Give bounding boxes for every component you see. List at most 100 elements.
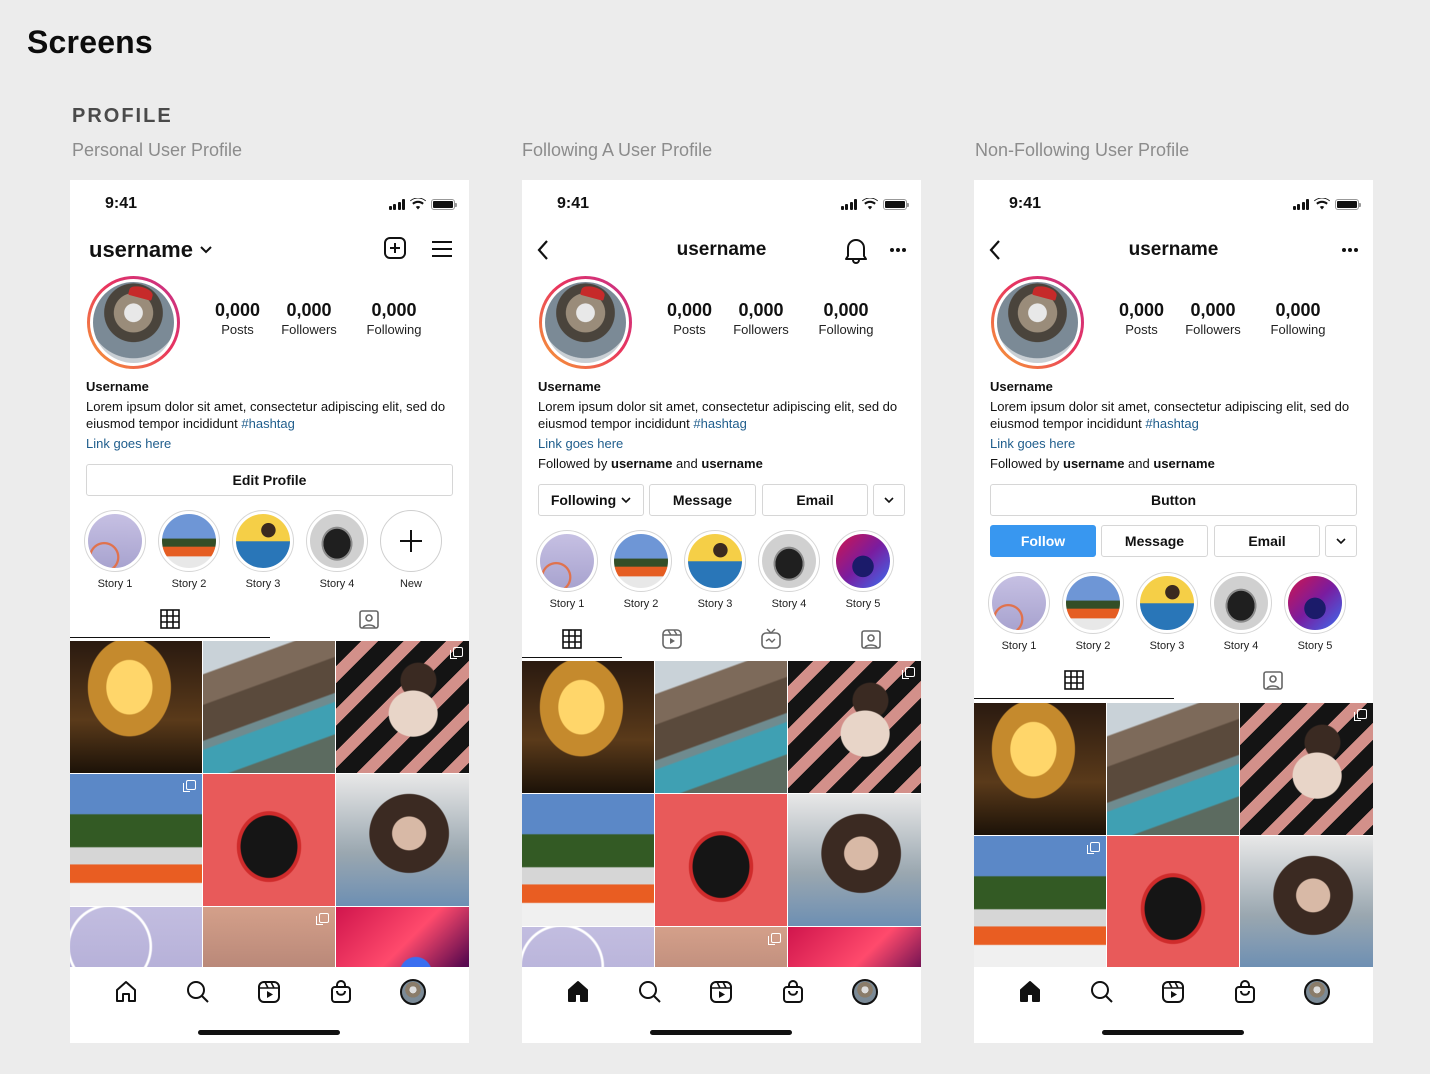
nav-search[interactable] [635, 977, 665, 1007]
story-highlight[interactable]: Story 5 [832, 530, 894, 610]
tab-reels[interactable] [622, 623, 722, 655]
post-thumbnail[interactable] [203, 907, 335, 967]
post-thumbnail[interactable] [788, 661, 921, 793]
post-thumbnail[interactable] [1240, 703, 1373, 835]
following-button[interactable]: Following [538, 484, 644, 516]
message-button[interactable]: Message [649, 484, 756, 516]
post-thumbnail[interactable] [1240, 836, 1373, 967]
generic-button[interactable]: Button [990, 484, 1357, 516]
notification-bell-icon[interactable] [843, 236, 869, 264]
post-thumbnail[interactable] [522, 794, 654, 926]
followed-by[interactable]: Followed by username and username [990, 455, 1360, 472]
bio-link[interactable]: Link goes here [990, 435, 1360, 452]
nav-profile[interactable] [1302, 977, 1332, 1007]
post-thumbnail[interactable] [336, 907, 469, 967]
nav-profile[interactable] [398, 977, 428, 1007]
stat-followers[interactable]: 0,000 Followers [721, 300, 801, 337]
stat-followers[interactable]: 0,000 Followers [269, 300, 349, 337]
post-thumbnail[interactable] [203, 641, 335, 773]
nav-shop[interactable] [1230, 977, 1260, 1007]
tab-tagged[interactable] [1174, 664, 1374, 696]
bio-link[interactable]: Link goes here [538, 435, 908, 452]
new-highlight-button[interactable]: New [380, 510, 442, 590]
post-thumbnail[interactable] [974, 703, 1106, 835]
stat-followers[interactable]: 0,000 Followers [1173, 300, 1253, 337]
story-highlight[interactable]: Story 5 [1284, 572, 1346, 652]
story-highlight[interactable]: Story 4 [306, 510, 368, 590]
story-highlight[interactable]: Story 3 [232, 510, 294, 590]
more-options-icon[interactable] [1341, 247, 1359, 253]
phone-non-following-profile: 9:41 username 0,000 Posts 0,000 Followers … [974, 180, 1373, 1043]
profile-avatar[interactable] [539, 276, 632, 369]
followed-by[interactable]: Followed by username and username [538, 455, 908, 472]
post-thumbnail[interactable] [70, 774, 202, 906]
post-thumbnail[interactable] [1107, 836, 1239, 967]
message-button[interactable]: Message [1101, 525, 1208, 557]
story-highlight[interactable]: Story 4 [1210, 572, 1272, 652]
profile-avatar[interactable] [87, 276, 180, 369]
nav-home[interactable] [111, 977, 141, 1007]
post-thumbnail[interactable] [655, 927, 787, 967]
post-thumbnail[interactable] [655, 794, 787, 926]
suggested-dropdown-button[interactable] [1325, 525, 1357, 557]
tab-grid[interactable] [974, 664, 1174, 699]
post-thumbnail[interactable] [522, 927, 654, 967]
nav-reels[interactable] [1158, 977, 1188, 1007]
nav-search[interactable] [1087, 977, 1117, 1007]
bio-hashtag[interactable]: #hashtag [693, 416, 747, 431]
stat-posts[interactable]: 0,000 Posts [658, 300, 721, 337]
suggested-dropdown-button[interactable] [873, 484, 905, 516]
profile-avatar[interactable] [991, 276, 1084, 369]
bio-hashtag[interactable]: #hashtag [241, 416, 295, 431]
story-highlight[interactable]: Story 1 [84, 510, 146, 590]
post-thumbnail[interactable] [974, 836, 1106, 967]
email-button[interactable]: Email [762, 484, 868, 516]
story-highlight[interactable]: Story 2 [1062, 572, 1124, 652]
bio-hashtag[interactable]: #hashtag [1145, 416, 1199, 431]
story-highlight[interactable]: Story 1 [536, 530, 598, 610]
edit-profile-button[interactable]: Edit Profile [86, 464, 453, 496]
post-thumbnail[interactable] [1107, 703, 1239, 835]
post-thumbnail[interactable] [70, 641, 202, 773]
nav-home[interactable] [563, 977, 593, 1007]
bio-link[interactable]: Link goes here [86, 435, 456, 452]
home-indicator [1102, 1030, 1244, 1035]
post-thumbnail[interactable] [336, 774, 469, 906]
follow-button[interactable]: Follow [990, 525, 1096, 557]
stat-following[interactable]: 0,000 Following [801, 300, 891, 337]
tab-grid[interactable] [70, 603, 270, 638]
more-options-icon[interactable] [889, 247, 907, 253]
story-highlight[interactable]: Story 4 [758, 530, 820, 610]
nav-search[interactable] [183, 977, 213, 1007]
nav-shop[interactable] [326, 977, 356, 1007]
story-highlight[interactable]: Story 2 [610, 530, 672, 610]
nav-reels[interactable] [254, 977, 284, 1007]
tab-tagged[interactable] [821, 623, 921, 655]
post-thumbnail[interactable] [70, 907, 202, 967]
story-highlight[interactable]: Story 3 [684, 530, 746, 610]
nav-profile[interactable] [850, 977, 880, 1007]
story-highlight[interactable]: Story 1 [988, 572, 1050, 652]
email-button[interactable]: Email [1214, 525, 1320, 557]
tab-igtv[interactable] [722, 623, 822, 655]
menu-icon[interactable] [431, 240, 453, 258]
post-thumbnail[interactable] [655, 661, 787, 793]
post-thumbnail[interactable] [788, 927, 921, 967]
post-thumbnail[interactable] [788, 794, 921, 926]
nav-shop[interactable] [778, 977, 808, 1007]
new-post-icon[interactable] [383, 236, 407, 260]
stat-posts[interactable]: 0,000 Posts [206, 300, 269, 337]
stat-posts[interactable]: 0,000 Posts [1110, 300, 1173, 337]
post-thumbnail[interactable] [336, 641, 469, 773]
story-highlight[interactable]: Story 3 [1136, 572, 1198, 652]
nav-reels[interactable] [706, 977, 736, 1007]
nav-home[interactable] [1015, 977, 1045, 1007]
stat-following[interactable]: 0,000 Following [349, 300, 439, 337]
post-thumbnail[interactable] [203, 774, 335, 906]
post-thumbnail[interactable] [522, 661, 654, 793]
stat-following[interactable]: 0,000 Following [1253, 300, 1343, 337]
account-switcher[interactable]: username [89, 237, 213, 263]
tab-tagged[interactable] [270, 603, 470, 635]
story-highlight[interactable]: Story 2 [158, 510, 220, 590]
tab-grid[interactable] [522, 623, 622, 658]
